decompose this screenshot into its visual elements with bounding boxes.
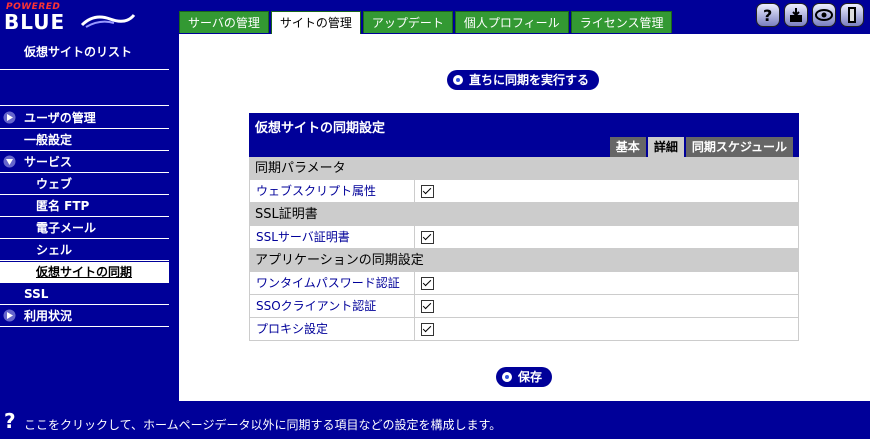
one-time-password-checkbox[interactable] [421,276,434,290]
form-row: ワンタイムパスワード認証 [249,272,799,295]
sidebar-item-services[interactable]: サービス [0,152,169,173]
sidebar-item-vsite-sync[interactable]: 仮想サイトの同期 [0,262,169,283]
form-row: SSOクライアント認証 [249,295,799,318]
form-row: ウェブスクリプト属性 [249,180,799,203]
button-dot-icon [453,75,463,85]
save-button[interactable]: 保存 [496,367,553,387]
sidebar-item-label: サービス [24,155,73,169]
panel-tabs: 基本 詳細 同期スケジュール [609,137,793,157]
panel-header: 仮想サイトの同期設定 基本 詳細 同期スケジュール [249,113,799,157]
sync-now-label: 直ちに同期を実行する [469,73,590,87]
help-icon: ? [4,409,16,433]
help-footer[interactable]: ? ここをクリックして、ホームページデータ以外に同期する項目などの設定を構成しま… [0,401,870,439]
help-text: ここをクリックして、ホームページデータ以外に同期する項目などの設定を構成します。 [24,418,502,432]
field-label: プロキシ設定 [250,318,415,340]
eye-icon[interactable] [812,3,836,27]
field-label: ワンタイムパスワード認証 [250,272,415,294]
help-icon[interactable]: ? [756,3,780,27]
tab-basic[interactable]: 基本 [609,137,646,157]
sidebar-item-web[interactable]: ウェブ [0,174,169,195]
sidebar-item-usage[interactable]: 利用状況 [0,306,169,327]
panel-title: 仮想サイトの同期設定 [255,121,386,136]
sidebar-item-user-management[interactable]: ユーザの管理 [0,108,169,129]
main-content: 直ちに同期を実行する 仮想サイトの同期設定 基本 詳細 同期スケジュール 同期パ… [179,34,870,401]
main-tabs: サーバの管理 サイトの管理 アップデート 個人プロフィール ライセンス管理 [179,11,673,34]
top-icon-group: ? [756,3,864,27]
section-application-sync: アプリケーションの同期設定 [249,249,799,272]
section-ssl-certificate: SSL証明書 [249,203,799,226]
logo-brand-text: BLUE [4,10,66,34]
proxy-settings-checkbox[interactable] [421,322,434,336]
field-label: ウェブスクリプト属性 [250,180,415,202]
logout-icon[interactable] [840,3,864,27]
top-bar: POWERED BLUE サーバの管理 サイトの管理 アップデート 個人プロフィ… [0,0,870,34]
field-value [415,226,434,248]
field-value [415,318,434,340]
tab-update[interactable]: アップデート [362,11,453,33]
tab-personal-profile[interactable]: 個人プロフィール [454,11,569,33]
svg-text:?: ? [763,6,772,24]
tab-license-management[interactable]: ライセンス管理 [570,11,673,33]
web-script-attributes-checkbox[interactable] [421,184,434,198]
download-icon[interactable] [784,3,808,27]
form-row: SSLサーバ証明書 [249,226,799,249]
tab-sync-schedule[interactable]: 同期スケジュール [685,137,793,157]
field-label: SSLサーバ証明書 [250,226,415,248]
sidebar-item-ssl[interactable]: SSL [0,284,169,305]
tab-site-management[interactable]: サイトの管理 [270,11,361,34]
sidebar-item-label: ユーザの管理 [24,111,96,125]
field-value [415,272,434,294]
tab-advanced[interactable]: 詳細 [647,137,684,157]
field-label: SSOクライアント認証 [250,295,415,317]
sync-now-button[interactable]: 直ちに同期を実行する [447,70,600,90]
sidebar: 仮想サイトのリスト ユーザの管理 一般設定 サービス ウェブ 匿名 FTP 電子… [0,34,179,401]
section-sync-parameters: 同期パラメータ [249,157,799,180]
expand-arrow-icon [3,111,16,124]
sidebar-item-general-settings[interactable]: 一般設定 [0,130,169,151]
sidebar-item-shell[interactable]: シェル [0,240,169,261]
ssl-server-certificate-checkbox[interactable] [421,230,434,244]
sidebar-item-label: 利用状況 [24,309,73,323]
save-label: 保存 [518,370,543,384]
sync-settings-panel: 仮想サイトの同期設定 基本 詳細 同期スケジュール 同期パラメータ ウェブスクリ… [249,113,799,341]
expand-arrow-icon [3,309,16,322]
form-row: プロキシ設定 [249,318,799,341]
sidebar-item-anonymous-ftp[interactable]: 匿名 FTP [0,196,169,217]
field-value [415,295,434,317]
sidebar-heading-vsite-list[interactable]: 仮想サイトのリスト [0,34,169,70]
collapse-arrow-icon [3,155,16,168]
tab-server-management[interactable]: サーバの管理 [179,11,269,33]
sidebar-item-email[interactable]: 電子メール [0,218,169,239]
logo: POWERED BLUE [4,2,136,34]
sso-client-auth-checkbox[interactable] [421,299,434,313]
sidebar-spacer [0,70,169,106]
logo-swoosh-icon [80,13,136,28]
field-value [415,180,434,202]
button-dot-icon [502,372,512,382]
